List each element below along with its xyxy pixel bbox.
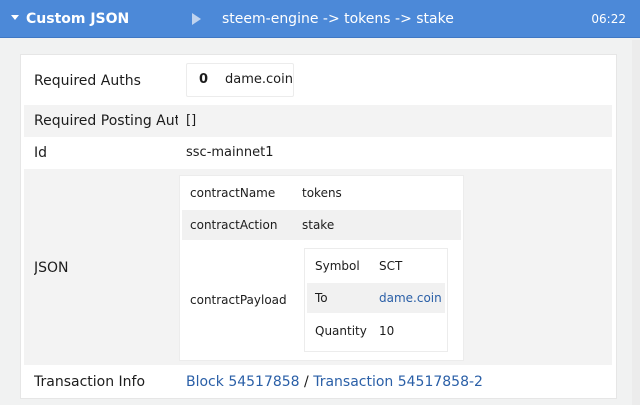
required-auths-index: 0 [199, 72, 209, 87]
contract-action-key: contractAction [190, 218, 278, 232]
payload-quantity-key: Quantity [315, 324, 367, 338]
play-icon [192, 13, 201, 25]
link-separator: / [304, 374, 309, 390]
id-label: Id [34, 145, 48, 161]
required-auths-value: dame.coin [225, 72, 293, 87]
payload-to-link[interactable]: dame.coin [379, 290, 442, 306]
required-auths-label: Required Auths [34, 73, 141, 89]
payload-row-symbol: Symbol SCT [307, 251, 445, 281]
json-table: contractName tokens contractAction stake… [179, 175, 464, 361]
payload-symbol-value: SCT [379, 259, 403, 273]
payload-row-to: To dame.coin [307, 283, 445, 313]
row-required-auths: Required Auths 0 dame.coin [24, 57, 612, 105]
id-value: ssc-mainnet1 [186, 145, 274, 160]
transaction-link[interactable]: Transaction 54517858-2 [313, 374, 483, 390]
scrollbar-track[interactable] [632, 40, 640, 405]
operation-title: Custom JSON [26, 11, 130, 27]
caret-down-icon[interactable] [11, 15, 19, 20]
contract-payload-key: contractPayload [190, 293, 287, 307]
operation-details-card: Required Auths 0 dame.coin Required Post… [20, 54, 617, 399]
payload-row-quantity: Quantity 10 [307, 315, 445, 347]
required-auths-entry: 0 dame.coin [186, 63, 294, 97]
json-row-contract-action: contractAction stake [182, 210, 461, 240]
operation-header[interactable]: Custom JSON steem-engine -> tokens -> st… [0, 0, 640, 38]
contract-action-value: stake [302, 218, 335, 232]
operation-time: 06:22 [591, 12, 626, 26]
transaction-info-label: Transaction Info [34, 374, 146, 390]
row-json: JSON contractName tokens contractAction … [24, 169, 612, 365]
required-posting-auths-label: Required Posting Auths [34, 113, 178, 129]
payload-table: Symbol SCT To dame.coin Quantity 10 [304, 248, 448, 352]
row-transaction-info: Transaction Info Block 54517858 / Transa… [24, 365, 612, 397]
transaction-info-value: Block 54517858 / Transaction 54517858-2 [186, 373, 483, 391]
payload-symbol-key: Symbol [315, 259, 360, 273]
required-posting-auths-value: [] [186, 113, 197, 128]
payload-quantity-value: 10 [379, 324, 395, 338]
block-link[interactable]: Block 54517858 [186, 374, 300, 390]
row-id: Id ssc-mainnet1 [24, 137, 612, 169]
contract-name-key: contractName [190, 186, 276, 200]
json-row-contract-name: contractName tokens [182, 178, 461, 208]
json-label: JSON [34, 260, 69, 276]
row-required-posting-auths: Required Posting Auths [] [24, 105, 612, 137]
payload-to-key: To [315, 291, 328, 305]
json-row-contract-payload: contractPayload Symbol SCT To dame.coin … [182, 242, 461, 358]
operation-summary: steem-engine -> tokens -> stake [222, 11, 454, 27]
contract-name-value: tokens [302, 186, 342, 200]
